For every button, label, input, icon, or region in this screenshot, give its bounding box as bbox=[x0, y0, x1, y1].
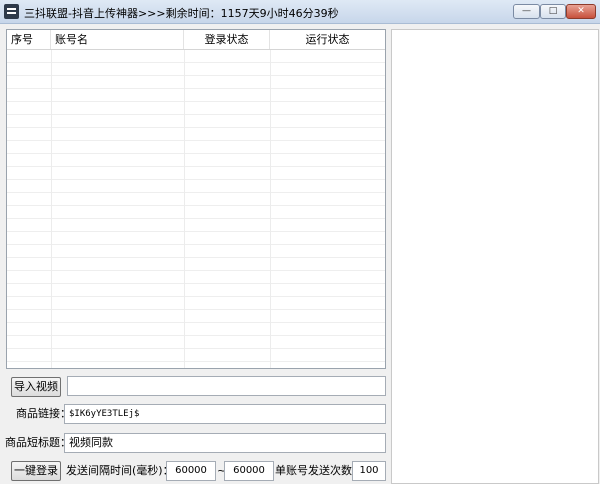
column-divider bbox=[270, 50, 271, 368]
column-header-index[interactable]: 序号 bbox=[7, 30, 51, 49]
import-video-button[interactable]: 导入视频 bbox=[11, 377, 61, 397]
column-header-account[interactable]: 账号名 bbox=[51, 30, 184, 49]
column-divider bbox=[184, 50, 185, 368]
window-title: 三抖联盟-抖音上传神器>>>剩余时间：1157天9小时46分39秒 bbox=[24, 7, 339, 20]
send-count-label: 单账号发送次数： bbox=[275, 464, 363, 477]
log-panel[interactable] bbox=[391, 29, 599, 484]
column-divider bbox=[51, 50, 52, 368]
app-icon bbox=[4, 4, 19, 19]
product-link-field[interactable]: $IK6yYE3TLEj$ bbox=[64, 404, 386, 424]
column-header-run-status[interactable]: 运行状态 bbox=[270, 30, 385, 49]
title-bar: 三抖联盟-抖音上传神器>>>剩余时间：1157天9小时46分39秒 — □ ✕ bbox=[0, 0, 600, 24]
account-table[interactable]: 序号 账号名 登录状态 运行状态 bbox=[6, 29, 386, 369]
interval-max-field[interactable]: 60000 bbox=[224, 461, 274, 481]
maximize-button[interactable]: □ bbox=[540, 4, 566, 19]
interval-min-field[interactable]: 60000 bbox=[166, 461, 216, 481]
one-click-login-button[interactable]: 一键登录 bbox=[11, 461, 61, 481]
close-button[interactable]: ✕ bbox=[566, 4, 596, 19]
minimize-button[interactable]: — bbox=[513, 4, 540, 19]
send-count-field[interactable]: 100 bbox=[352, 461, 386, 481]
send-interval-label: 发送间隔时间(毫秒)： bbox=[66, 464, 174, 477]
short-title-field[interactable]: 视频同款 bbox=[64, 433, 386, 453]
product-link-label: 商品链接： bbox=[16, 407, 71, 420]
video-path-field[interactable] bbox=[67, 376, 386, 396]
column-header-login-status[interactable]: 登录状态 bbox=[184, 30, 270, 49]
table-header: 序号 账号名 登录状态 运行状态 bbox=[7, 30, 385, 50]
short-title-label: 商品短标题： bbox=[5, 436, 71, 449]
table-body bbox=[7, 50, 385, 368]
